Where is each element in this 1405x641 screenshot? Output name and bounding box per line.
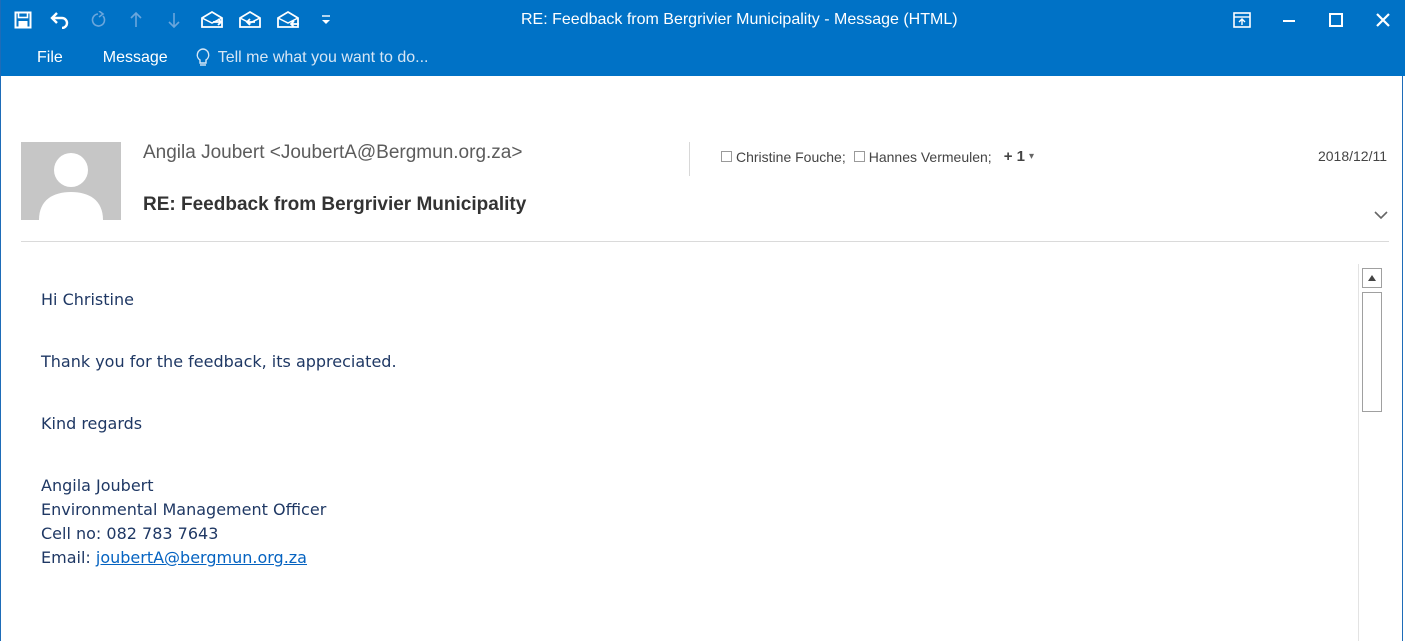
redo-icon[interactable]	[79, 0, 117, 40]
window-controls	[1218, 0, 1405, 40]
ribbon-tabs: File Message Tell me what you want to do…	[1, 40, 428, 76]
reply-all-icon[interactable]	[231, 0, 269, 40]
body-greeting: Hi Christine	[41, 290, 134, 309]
recipient-list: Christine Fouche; Hannes Vermeulen; + 1 …	[721, 148, 1034, 165]
presence-box	[853, 151, 865, 162]
tab-file[interactable]: File	[17, 40, 83, 76]
close-icon[interactable]	[1359, 0, 1405, 40]
vertical-scrollbar[interactable]	[1358, 264, 1385, 641]
minimize-icon[interactable]	[1265, 0, 1312, 40]
recipient-christine[interactable]: Christine Fouche;	[721, 149, 846, 165]
up-arrow-icon[interactable]	[117, 0, 155, 40]
outlook-message-window: RE: Feedback from Bergrivier Municipalit…	[0, 0, 1405, 641]
signature-name: Angila Joubert	[41, 476, 154, 495]
lightbulb-icon	[196, 48, 210, 66]
quick-access-toolbar	[1, 0, 345, 40]
tell-me-search[interactable]: Tell me what you want to do...	[196, 48, 429, 68]
reply-icon[interactable]	[193, 0, 231, 40]
email-link[interactable]: joubertA@bergmun.org.za	[96, 548, 307, 567]
recipient-hannes[interactable]: Hannes Vermeulen;	[853, 149, 992, 165]
signature-email: Email: joubertA@bergmun.org.za	[41, 548, 307, 567]
maximize-icon[interactable]	[1312, 0, 1359, 40]
message-header: Angila Joubert <JoubertA@Bergmun.org.za>…	[21, 76, 1389, 242]
message-subject: RE: Feedback from Bergrivier Municipalit…	[143, 194, 527, 215]
signature-cell: Cell no: 082 783 7643	[41, 524, 219, 543]
tab-message[interactable]: Message	[83, 40, 188, 76]
message-date: 2018/12/11	[1317, 148, 1387, 164]
down-arrow-icon[interactable]	[155, 0, 193, 40]
signature-title: Environmental Management Officer	[41, 500, 327, 519]
title-bar: RE: Feedback from Bergrivier Municipalit…	[1, 0, 1405, 76]
presence-box	[721, 151, 732, 162]
undo-icon[interactable]	[41, 0, 79, 40]
ribbon-display-options-icon[interactable]	[1218, 0, 1265, 40]
sender-name[interactable]: Angila Joubert <JoubertA@Bergmun.org.za>	[143, 142, 522, 164]
header-divider	[689, 142, 690, 176]
body-line: Thank you for the feedback, its apprecia…	[41, 352, 397, 371]
tell-me-text: Tell me what you want to do...	[217, 49, 429, 66]
expand-header-chevron-icon[interactable]	[1373, 208, 1389, 226]
body-closing: Kind regards	[41, 414, 143, 433]
window-title: RE: Feedback from Bergrivier Municipalit…	[521, 11, 958, 28]
message-body: Hi Christine Thank you for the feedback,…	[41, 288, 397, 570]
save-icon[interactable]	[5, 0, 41, 40]
scroll-up-button[interactable]	[1362, 268, 1382, 288]
scrollbar-thumb[interactable]	[1362, 292, 1382, 412]
sender-avatar[interactable]	[21, 142, 121, 220]
forward-icon[interactable]	[269, 0, 307, 40]
dropdown-arrow-icon[interactable]: ▾	[1029, 151, 1034, 162]
more-recipients-button[interactable]: + 1	[1004, 148, 1025, 165]
customize-dropdown-icon[interactable]	[307, 0, 345, 40]
